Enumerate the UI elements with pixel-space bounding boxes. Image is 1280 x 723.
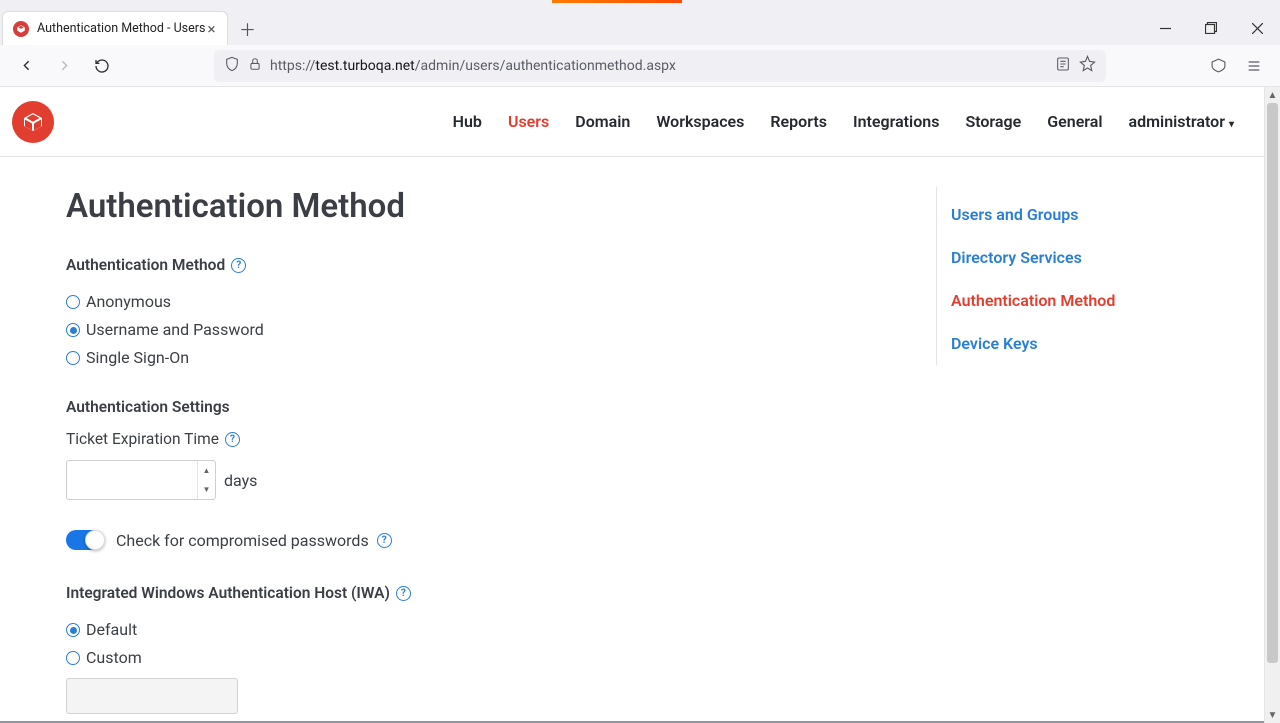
compromised-passwords-label: Check for compromised passwords ? (116, 531, 392, 550)
pocket-icon[interactable] (1202, 50, 1234, 82)
bookmark-icon[interactable] (1079, 55, 1096, 76)
nav-storage[interactable]: Storage (965, 112, 1021, 131)
radio-icon (66, 623, 80, 637)
nav-reload-button[interactable] (86, 50, 118, 82)
nav-forward-button (48, 50, 80, 82)
window-minimize-button[interactable] (1142, 11, 1188, 45)
compromised-passwords-toggle[interactable] (66, 530, 104, 550)
scrollbar-thumb[interactable] (1267, 103, 1278, 663)
side-nav-auth-method[interactable]: Authentication Method (951, 279, 1204, 322)
lock-icon[interactable] (248, 57, 262, 75)
help-icon[interactable]: ? (231, 258, 246, 273)
iwa-label: Integrated Windows Authentication Host (… (66, 584, 896, 602)
favicon-icon (13, 21, 29, 37)
iwa-custom-input (66, 678, 238, 714)
side-nav-device-keys[interactable]: Device Keys (951, 322, 1204, 365)
auth-method-sso[interactable]: Single Sign-On (66, 344, 896, 372)
nav-reports[interactable]: Reports (770, 112, 827, 131)
nav-domain[interactable]: Domain (575, 112, 630, 131)
help-icon[interactable]: ? (377, 533, 392, 548)
ticket-expiration-label: Ticket Expiration Time ? (66, 430, 896, 448)
shield-icon[interactable] (224, 56, 240, 76)
spinner-up-icon[interactable]: ▲ (198, 461, 215, 480)
nav-back-button[interactable] (10, 50, 42, 82)
spinner-down-icon[interactable]: ▼ (198, 480, 215, 499)
auth-settings-label: Authentication Settings (66, 398, 896, 416)
help-icon[interactable]: ? (225, 432, 240, 447)
vertical-scrollbar[interactable]: ▲ ▼ (1264, 87, 1280, 723)
ticket-expiration-input[interactable]: ▲ ▼ (66, 460, 216, 500)
nav-hub[interactable]: Hub (453, 112, 482, 131)
tab-close-icon[interactable]: × (205, 20, 217, 38)
auth-method-username-password[interactable]: Username and Password (66, 316, 896, 344)
url-bar[interactable]: https://test.turboqa.net/admin/users/aut… (214, 50, 1106, 82)
side-nav-users-groups[interactable]: Users and Groups (951, 193, 1204, 236)
radio-icon (66, 651, 80, 665)
side-nav: Users and Groups Directory Services Auth… (936, 187, 1204, 365)
app-logo[interactable] (12, 101, 54, 143)
scroll-down-icon[interactable]: ▼ (1265, 707, 1280, 723)
iwa-custom[interactable]: Custom (66, 644, 896, 672)
scroll-up-icon[interactable]: ▲ (1265, 87, 1280, 103)
app-menu-icon[interactable] (1238, 50, 1270, 82)
iwa-default[interactable]: Default (66, 616, 896, 644)
window-maximize-button[interactable] (1188, 11, 1234, 45)
nav-integrations[interactable]: Integrations (853, 112, 939, 131)
radio-icon (66, 295, 80, 309)
ticket-unit: days (224, 471, 257, 490)
top-nav: Hub Users Domain Workspaces Reports Inte… (453, 112, 1252, 131)
auth-method-label: Authentication Method ? (66, 256, 896, 274)
help-icon[interactable]: ? (396, 586, 411, 601)
browser-tab[interactable]: Authentication Method - Users × (2, 11, 228, 45)
radio-icon (66, 323, 80, 337)
chevron-down-icon: ▾ (1229, 119, 1234, 130)
toggle-knob (85, 530, 105, 550)
reader-mode-icon[interactable] (1055, 56, 1071, 76)
side-nav-directory-services[interactable]: Directory Services (951, 236, 1204, 279)
nav-user-menu[interactable]: administrator▾ (1129, 112, 1234, 131)
new-tab-button[interactable]: ＋ (232, 13, 262, 43)
page-title: Authentication Method (66, 187, 896, 226)
radio-icon (66, 351, 80, 365)
auth-method-anonymous[interactable]: Anonymous (66, 288, 896, 316)
window-close-button[interactable] (1234, 11, 1280, 45)
nav-workspaces[interactable]: Workspaces (656, 112, 744, 131)
tab-title: Authentication Method - Users (37, 21, 205, 36)
nav-users[interactable]: Users (508, 112, 549, 131)
nav-general[interactable]: General (1047, 112, 1102, 131)
url-text: https://test.turboqa.net/admin/users/aut… (270, 58, 1047, 74)
